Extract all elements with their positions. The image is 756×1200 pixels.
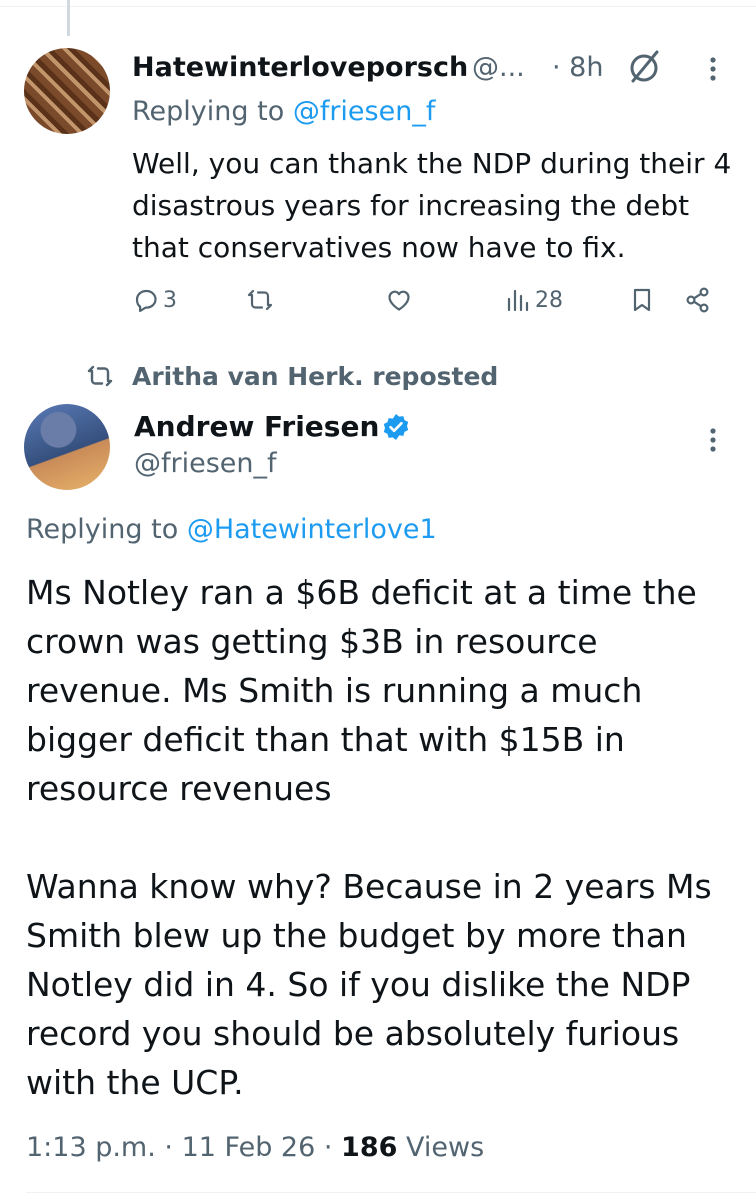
main-tweet-text: Ms Notley ran a $6B deficit at a time th… [26, 568, 738, 1107]
reply-icon [135, 289, 157, 312]
more-icon[interactable] [698, 54, 728, 84]
main-replying-to: Replying to @Hatewinterlove1 [26, 514, 437, 545]
share-icon [686, 287, 709, 313]
reply-timestamp[interactable]: · 8h [552, 52, 603, 83]
bookmark-button[interactable] [628, 278, 656, 322]
reply-action-bar: 3 28 [132, 278, 732, 322]
views-count: 186 [341, 1132, 398, 1163]
repost-icon [87, 365, 113, 387]
more-icon[interactable] [698, 425, 728, 455]
top-divider [0, 0, 756, 7]
replying-to-handle-link[interactable]: @friesen_f [293, 96, 436, 127]
like-icon [388, 290, 410, 311]
tweet-time[interactable]: 1:13 p.m. [26, 1132, 156, 1163]
views-button[interactable]: 28 [504, 278, 563, 322]
bookmark-icon [633, 288, 651, 312]
tweet-paragraph: Ms Notley ran a $6B deficit at a time th… [26, 573, 697, 808]
reply-button[interactable]: 3 [132, 278, 177, 322]
grok-icon[interactable] [624, 48, 664, 88]
share-button[interactable] [684, 278, 712, 322]
repost-button[interactable] [246, 278, 274, 322]
views-icon [507, 289, 529, 312]
repost-icon [247, 289, 273, 311]
repost-banner-text[interactable]: Aritha van Herk. reposted [132, 362, 498, 391]
views-label: Views [406, 1132, 485, 1163]
repost-banner: Aritha van Herk. reposted [86, 356, 498, 396]
tweet-meta: 1:13 p.m. · 11 Feb 26 · 186 Views [26, 1132, 485, 1163]
reply-display-name[interactable]: Hatewinterloveporsch [132, 52, 468, 83]
verified-badge-icon [383, 414, 409, 440]
like-button[interactable] [385, 278, 413, 322]
reply-replying-to: Replying to @friesen_f [132, 96, 436, 127]
avatar-hatewinterloveporsch[interactable] [24, 48, 110, 134]
tweet-date[interactable]: 11 Feb 26 [182, 1132, 316, 1163]
views-count: 28 [535, 287, 563, 313]
tweet-paragraph: Wanna know why? Because in 2 years Ms Sm… [26, 867, 712, 1102]
avatar-andrew-friesen[interactable] [24, 404, 110, 490]
reply-text: Well, you can thank the NDP during their… [132, 147, 732, 264]
main-handle[interactable]: @friesen_f [134, 448, 277, 479]
bottom-divider [26, 1192, 756, 1193]
reply-handle[interactable]: @... [472, 52, 525, 83]
reply-count: 3 [163, 287, 177, 313]
thread-connector-line [67, 0, 70, 36]
reply-header: Hatewinterloveporsch @... · 8h [132, 46, 732, 90]
replying-to-handle-link[interactable]: @Hatewinterlove1 [187, 514, 437, 545]
main-display-name[interactable]: Andrew Friesen [134, 410, 379, 443]
